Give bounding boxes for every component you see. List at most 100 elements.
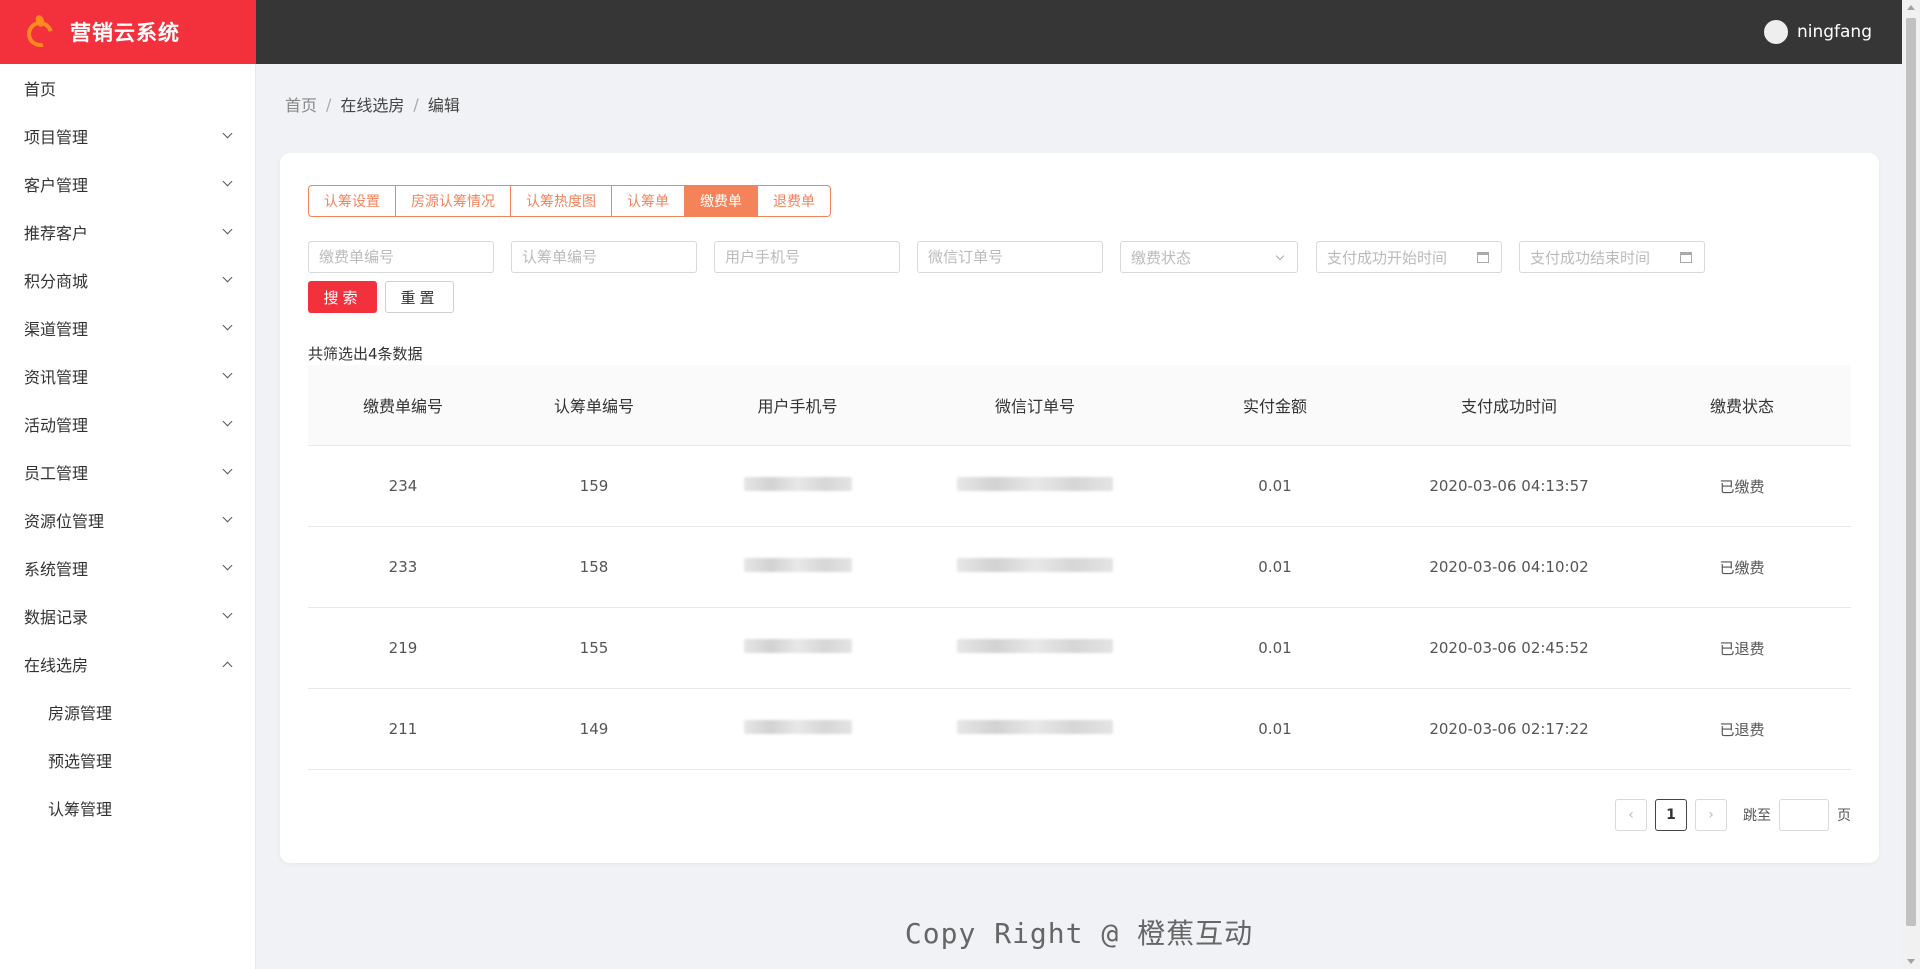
- start-time-placeholder: 支付成功开始时间: [1327, 248, 1448, 267]
- filter-bar: 缴费状态 支付成功开始时间 支付成功结束时间: [308, 241, 1722, 273]
- sidebar-item-home[interactable]: 首页: [0, 64, 255, 112]
- scrollbar-thumb[interactable]: [1906, 18, 1916, 926]
- amount-cell: 0.01: [1258, 558, 1292, 576]
- breadcrumb-separator: /: [413, 94, 419, 114]
- phone-cell: [690, 639, 905, 657]
- status-select[interactable]: 缴费状态: [1120, 241, 1298, 273]
- tab-subscription-settings[interactable]: 认筹设置: [308, 185, 396, 217]
- column-header: 实付金额: [1242, 397, 1307, 416]
- subscription-no-input[interactable]: [522, 248, 686, 266]
- wechat-order-cell: [905, 477, 1165, 495]
- jump-label: 跳至: [1743, 808, 1771, 824]
- jump-page-input[interactable]: [1779, 799, 1829, 831]
- subscription-no-cell: 155: [579, 639, 609, 657]
- chevron-down-icon: [222, 560, 233, 571]
- page-suffix: 页: [1837, 808, 1851, 824]
- payment-no-cell: 234: [388, 477, 418, 495]
- wechat-order-input[interactable]: [928, 248, 1092, 266]
- breadcrumb-separator: /: [326, 94, 332, 114]
- sidebar-subitem-subscription[interactable]: 认筹管理: [0, 784, 255, 832]
- calendar-icon: [1680, 252, 1692, 263]
- tab-subscription-heatmap[interactable]: 认筹热度图: [511, 185, 612, 217]
- footer-copyright: Copy Right @ 橙蕉互动: [904, 917, 1254, 950]
- column-header: 认筹单编号: [553, 397, 634, 416]
- search-button[interactable]: 搜索: [308, 281, 377, 313]
- sidebar-item-referral[interactable]: 推荐客户: [0, 208, 255, 256]
- tab-group: 认筹设置 房源认筹情况 认筹热度图 认筹单 缴费单 退费单: [308, 185, 831, 217]
- vertical-scrollbar[interactable]: [1902, 0, 1920, 969]
- sidebar-item-points-mall[interactable]: 积分商城: [0, 256, 255, 304]
- phone-cell: [690, 558, 905, 576]
- breadcrumb-home[interactable]: 首页: [285, 92, 317, 116]
- sidebar-item-project[interactable]: 项目管理: [0, 112, 255, 160]
- payment-no-cell: 219: [388, 639, 418, 657]
- tab-payment-orders[interactable]: 缴费单: [685, 185, 758, 217]
- table-row: 219 155 0.01 2020-03-06 02:45:52 已退费: [308, 608, 1851, 689]
- sidebar-item-system[interactable]: 系统管理: [0, 544, 255, 592]
- breadcrumb-online-selection[interactable]: 在线选房: [340, 92, 404, 116]
- column-header: 缴费单编号: [362, 397, 443, 416]
- column-header: 用户手机号: [757, 397, 838, 416]
- chevron-down-icon: [222, 368, 233, 379]
- chevron-down-icon: [222, 416, 233, 427]
- sidebar-subitem-listings[interactable]: 房源管理: [0, 688, 255, 736]
- chevron-down-icon: [222, 176, 233, 187]
- end-time-placeholder: 支付成功结束时间: [1530, 248, 1651, 267]
- avatar: [1763, 20, 1788, 44]
- sidebar-item-resource-slot[interactable]: 资源位管理: [0, 496, 255, 544]
- phone-input[interactable]: [725, 248, 889, 266]
- chevron-down-icon: [222, 272, 233, 283]
- sidebar-item-staff[interactable]: 员工管理: [0, 448, 255, 496]
- table-row: 233 158 0.01 2020-03-06 04:10:02 已缴费: [308, 527, 1851, 608]
- payment-table: 缴费单编号 认筹单编号 用户手机号 微信订单号 实付金额 支付成功时间 缴费状态…: [308, 365, 1851, 770]
- sidebar-item-data-log[interactable]: 数据记录: [0, 592, 255, 640]
- redacted-phone: [743, 720, 852, 734]
- payment-no-cell: 211: [388, 720, 418, 738]
- logo[interactable]: 营销云系统: [0, 0, 256, 64]
- chevron-down-icon: [222, 320, 233, 331]
- wechat-order-cell: [905, 639, 1165, 657]
- tab-listing-subscription-status[interactable]: 房源认筹情况: [396, 185, 511, 217]
- tab-subscription-orders[interactable]: 认筹单: [612, 185, 685, 217]
- next-page-button[interactable]: ›: [1695, 799, 1727, 831]
- status-cell: 已退费: [1719, 639, 1765, 658]
- sidebar-item-news[interactable]: 资讯管理: [0, 352, 255, 400]
- breadcrumb: 首页 / 在线选房 / 编辑: [285, 92, 460, 116]
- status-cell: 已缴费: [1719, 477, 1765, 496]
- redacted-wechat-order: [957, 639, 1113, 653]
- end-time-picker[interactable]: 支付成功结束时间: [1519, 241, 1705, 273]
- reset-button[interactable]: 重置: [385, 281, 454, 313]
- chevron-down-icon: [222, 128, 233, 139]
- prev-page-button[interactable]: ‹: [1615, 799, 1647, 831]
- chevron-down-icon: [222, 464, 233, 475]
- amount-cell: 0.01: [1258, 477, 1292, 495]
- scroll-up-icon[interactable]: [1907, 5, 1915, 10]
- scroll-down-icon[interactable]: [1907, 959, 1915, 964]
- wechat-order-field: [917, 241, 1103, 273]
- sidebar-item-activity[interactable]: 活动管理: [0, 400, 255, 448]
- wechat-order-cell: [905, 558, 1165, 576]
- paid-time-cell: 2020-03-06 04:13:57: [1429, 477, 1589, 495]
- content-card: 认筹设置 房源认筹情况 认筹热度图 认筹单 缴费单 退费单 缴费状态 支付成功开…: [280, 153, 1879, 863]
- phone-field: [714, 241, 900, 273]
- payment-no-input[interactable]: [319, 248, 483, 266]
- status-cell: 已缴费: [1719, 558, 1765, 577]
- user-menu[interactable]: ningfang: [1763, 0, 1872, 64]
- tab-refund-orders[interactable]: 退费单: [758, 185, 831, 217]
- sidebar-item-online-selection[interactable]: 在线选房: [0, 640, 255, 688]
- sidebar-subitem-preselection[interactable]: 预选管理: [0, 736, 255, 784]
- subscription-no-cell: 158: [579, 558, 609, 576]
- wechat-order-cell: [905, 720, 1165, 738]
- sidebar-item-customer[interactable]: 客户管理: [0, 160, 255, 208]
- column-header: 缴费状态: [1709, 397, 1774, 416]
- sidebar-item-channel[interactable]: 渠道管理: [0, 304, 255, 352]
- calendar-icon: [1477, 252, 1489, 263]
- table-row: 211 149 0.01 2020-03-06 02:17:22 已退费: [308, 689, 1851, 770]
- start-time-picker[interactable]: 支付成功开始时间: [1316, 241, 1502, 273]
- phone-cell: [690, 477, 905, 495]
- page-number-button[interactable]: 1: [1655, 799, 1687, 831]
- redacted-wechat-order: [957, 720, 1113, 734]
- table-header: 缴费单编号 认筹单编号 用户手机号 微信订单号 实付金额 支付成功时间 缴费状态: [308, 365, 1851, 446]
- paid-time-cell: 2020-03-06 04:10:02: [1429, 558, 1589, 576]
- payment-no-field: [308, 241, 494, 273]
